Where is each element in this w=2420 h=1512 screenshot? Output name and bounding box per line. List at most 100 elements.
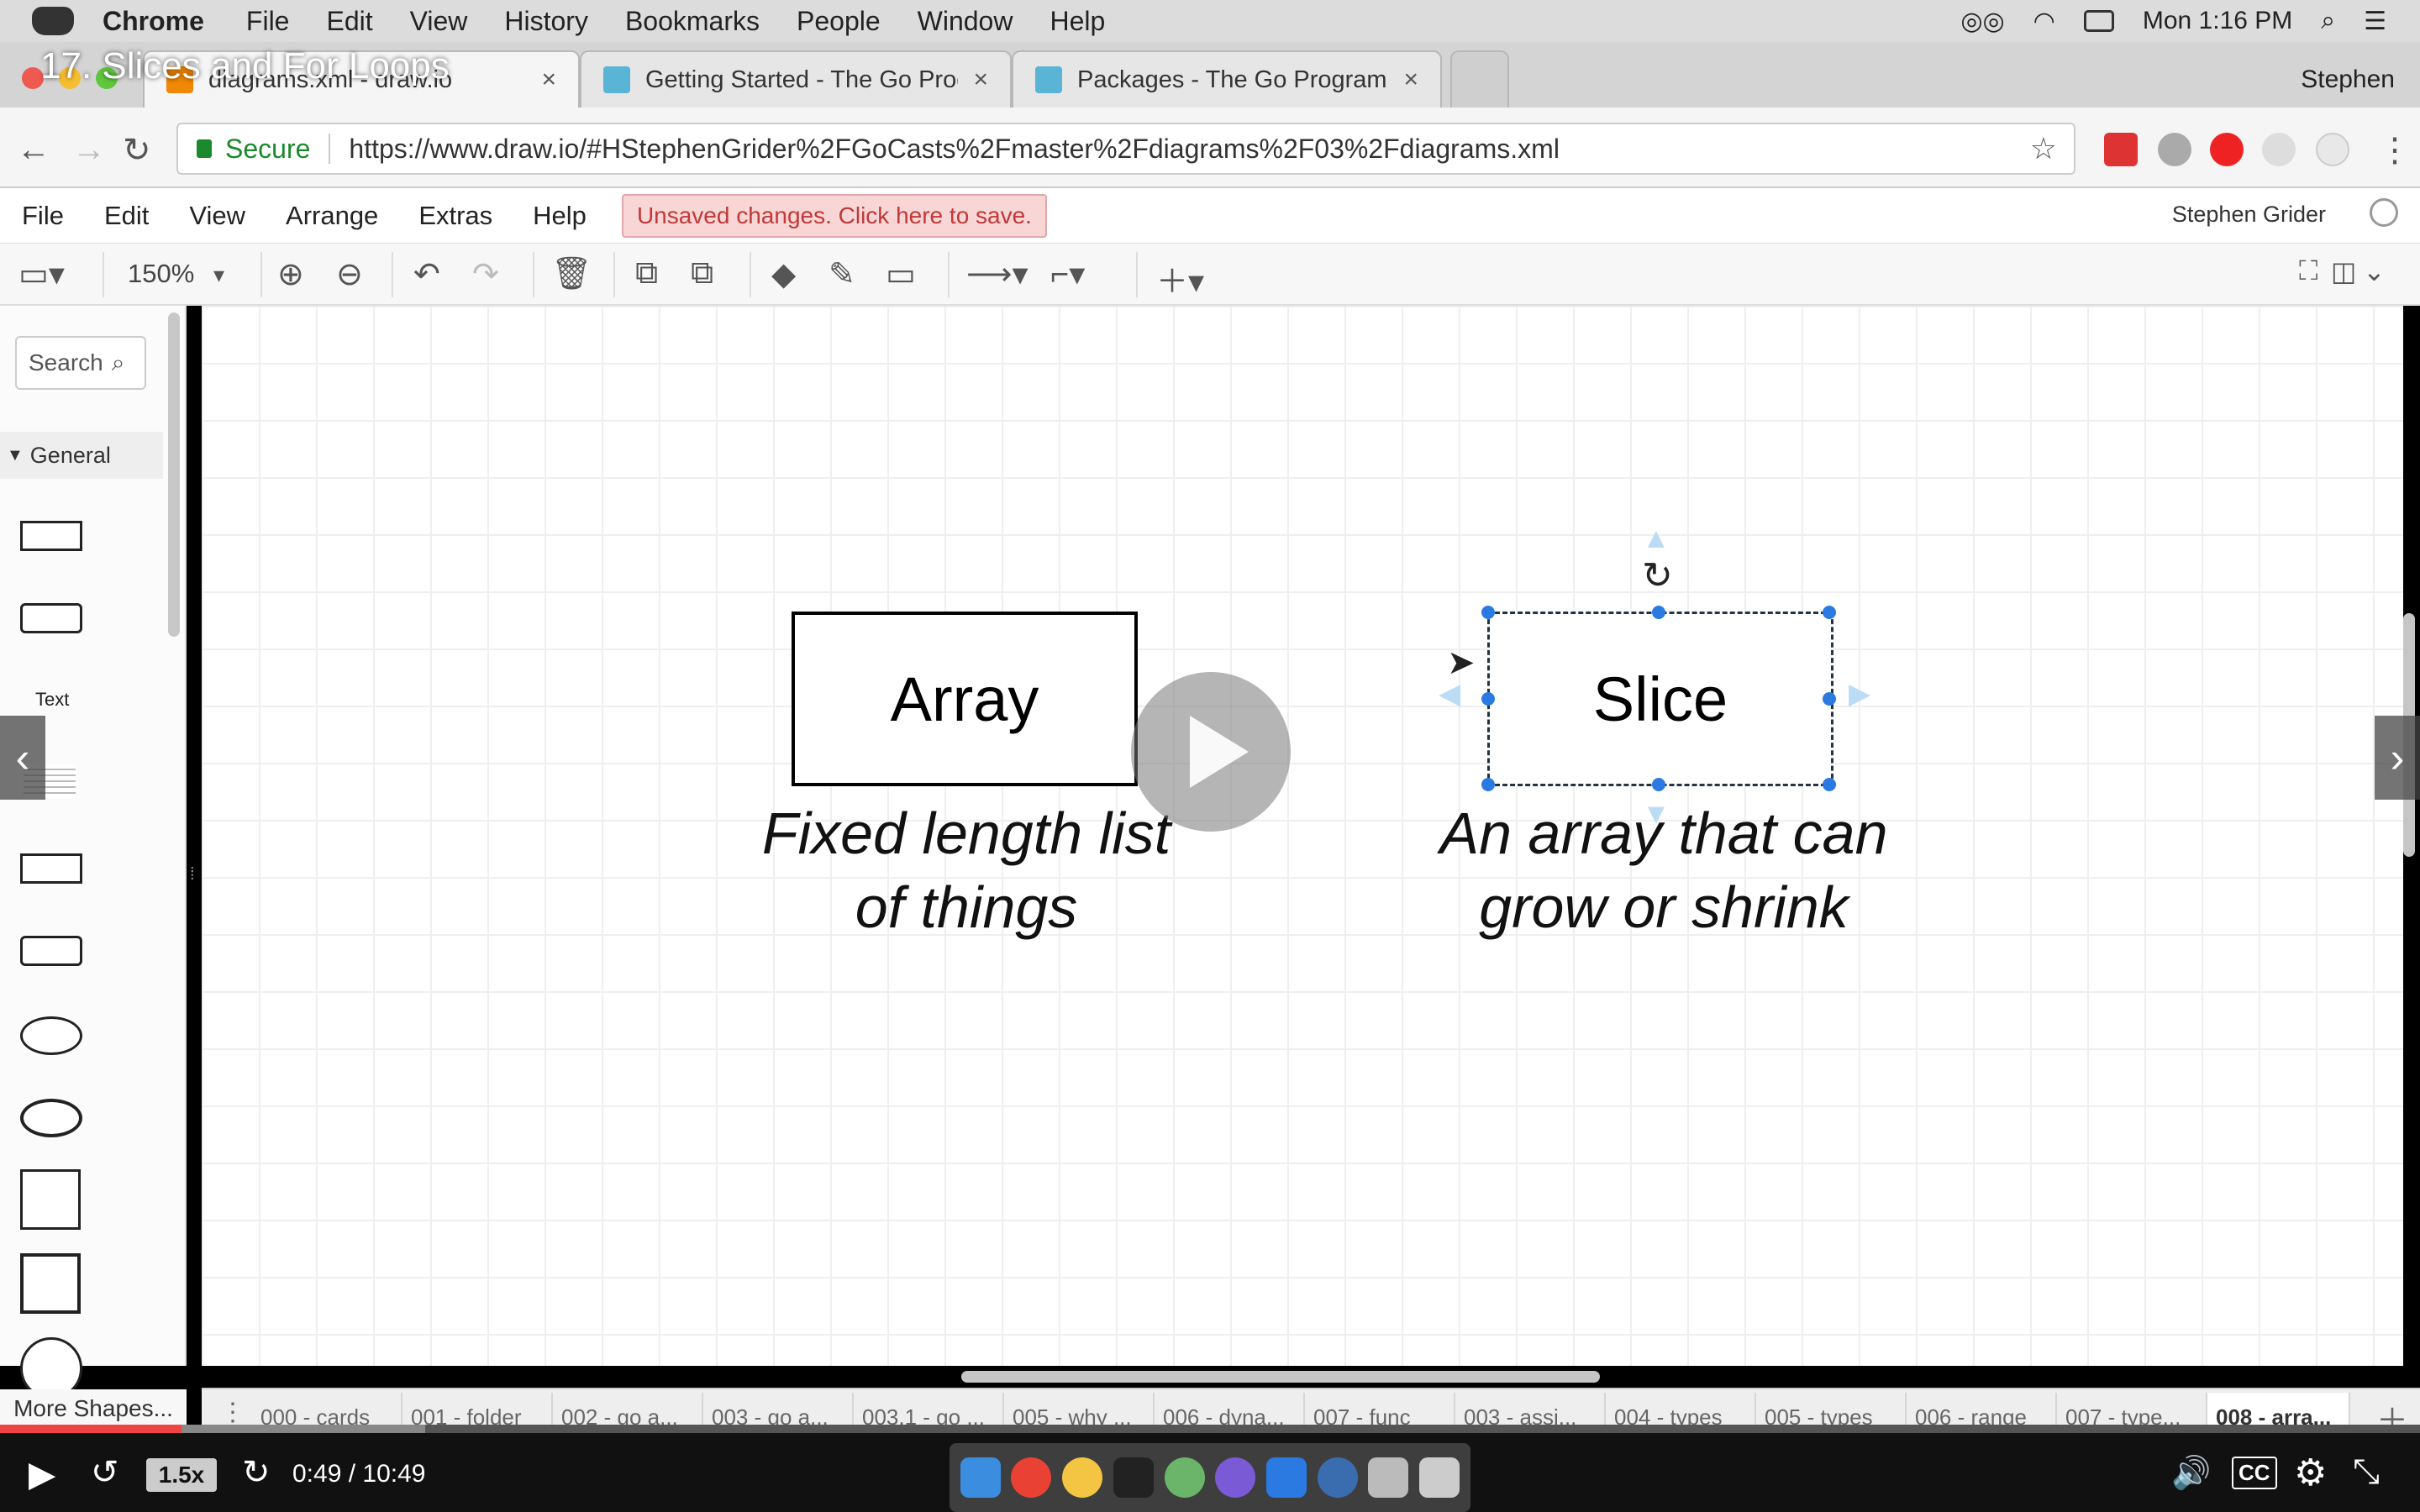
more-shapes-button[interactable]: More Shapes... bbox=[0, 1389, 187, 1428]
terminal-icon[interactable] bbox=[1113, 1457, 1154, 1498]
menu-help[interactable]: Help bbox=[533, 201, 587, 231]
trash-icon[interactable] bbox=[1419, 1457, 1460, 1498]
spotlight-icon[interactable]: ⌕ bbox=[2321, 7, 2335, 35]
clock[interactable]: Mon 1:16 PM bbox=[2143, 7, 2292, 35]
bookmark-star-icon[interactable]: ☆ bbox=[2030, 131, 2057, 166]
zoom-select[interactable]: 150% bbox=[128, 259, 194, 289]
tab-packages[interactable]: Packages - The Go Programmi × bbox=[1012, 50, 1442, 108]
canvas-horizontal-scrollbar[interactable] bbox=[961, 1371, 1600, 1383]
collapse-icon[interactable]: ⌄ bbox=[2363, 255, 2386, 287]
play-overlay-button[interactable] bbox=[1131, 672, 1291, 832]
tab-getting-started[interactable]: Getting Started - The Go Prog × bbox=[580, 50, 1012, 108]
previous-lecture-arrow-icon[interactable]: ‹ bbox=[0, 716, 45, 800]
os-menu-bookmarks[interactable]: Bookmarks bbox=[625, 6, 760, 37]
pages-menu-icon[interactable]: ⋮ bbox=[220, 1398, 245, 1427]
forward-icon[interactable]: ↻ bbox=[242, 1453, 271, 1492]
resize-handle[interactable] bbox=[1652, 606, 1665, 619]
text-shape[interactable]: Text bbox=[35, 689, 69, 711]
lastpass-icon[interactable] bbox=[2104, 133, 2138, 166]
zoom-in-icon[interactable]: ⊕ bbox=[277, 255, 304, 293]
app-menu[interactable]: Chrome bbox=[103, 6, 204, 37]
os-menu-people[interactable]: People bbox=[797, 6, 881, 37]
back-icon[interactable]: ← bbox=[17, 131, 50, 169]
format-toggle-icon[interactable]: ◫ bbox=[2331, 255, 2356, 287]
apple-icon[interactable] bbox=[32, 7, 74, 35]
user-menu[interactable]: Stephen Grider bbox=[2172, 202, 2326, 228]
settings-gear-icon[interactable]: ⚙ bbox=[2294, 1452, 2327, 1494]
pinterest-icon[interactable] bbox=[2316, 133, 2349, 166]
menu-extras[interactable]: Extras bbox=[418, 201, 492, 231]
rotate-handle-icon[interactable]: ↻ bbox=[1642, 554, 1673, 597]
connect-arrow-down-icon[interactable]: ▼ bbox=[1642, 798, 1670, 831]
vscode-icon[interactable] bbox=[1266, 1457, 1307, 1498]
connect-arrow-right-icon[interactable]: ▶ bbox=[1849, 677, 1870, 711]
volume-icon[interactable]: 🔊 bbox=[2171, 1455, 2211, 1492]
undo-icon[interactable]: ↶ bbox=[413, 255, 440, 293]
to-back-icon[interactable]: ⧉ bbox=[691, 255, 713, 291]
os-menu-help[interactable]: Help bbox=[1050, 6, 1105, 37]
ellipse-shape[interactable] bbox=[20, 853, 82, 884]
ellipse-shape[interactable] bbox=[20, 1099, 82, 1137]
extension-icon[interactable] bbox=[2262, 133, 2296, 166]
resize-handle[interactable] bbox=[1823, 778, 1836, 791]
zoom-out-icon[interactable]: ⊖ bbox=[336, 255, 363, 293]
resize-handle[interactable] bbox=[1481, 778, 1495, 791]
resize-handle[interactable] bbox=[1823, 692, 1836, 706]
shape-search-input[interactable]: Search ⌕ bbox=[15, 336, 146, 390]
emoji-app-icon[interactable] bbox=[1062, 1457, 1103, 1498]
sidebar-scrollbar[interactable] bbox=[168, 312, 180, 637]
menu-file[interactable]: File bbox=[22, 201, 64, 231]
rounded-rectangle-shape[interactable] bbox=[20, 936, 82, 966]
battery-icon[interactable] bbox=[2083, 10, 2114, 32]
connect-arrow-left-icon[interactable]: ◀ bbox=[1439, 677, 1460, 711]
opera-icon[interactable] bbox=[2210, 133, 2244, 166]
rectangle-shape[interactable] bbox=[20, 521, 82, 551]
connect-arrow-up-icon[interactable]: ▲ bbox=[1642, 522, 1670, 555]
resize-handle[interactable] bbox=[1652, 778, 1665, 791]
os-menu-history[interactable]: History bbox=[504, 6, 588, 37]
insert-plus-icon[interactable]: ＋▾ bbox=[1156, 255, 1204, 302]
tab-close-icon[interactable]: × bbox=[541, 66, 556, 94]
square-shape[interactable] bbox=[20, 1253, 81, 1314]
array-shape[interactable]: Array bbox=[792, 612, 1138, 786]
sidebar-resize-handle[interactable]: ⁞ bbox=[190, 865, 195, 885]
menu-arrange[interactable]: Arrange bbox=[286, 201, 378, 231]
reload-icon[interactable]: ↻ bbox=[123, 131, 151, 170]
connection-icon[interactable]: ⟶▾ bbox=[966, 255, 1028, 293]
ellipse-shape[interactable] bbox=[20, 1016, 82, 1055]
menu-edit[interactable]: Edit bbox=[104, 201, 149, 231]
to-front-icon[interactable]: ⧉ bbox=[635, 255, 658, 291]
tab-close-icon[interactable]: × bbox=[973, 66, 988, 94]
app-icon[interactable] bbox=[1164, 1457, 1205, 1498]
captions-icon[interactable]: CC bbox=[2232, 1457, 2277, 1489]
rewind-icon[interactable]: ↺ bbox=[91, 1453, 119, 1492]
address-bar[interactable]: Secure https://www.draw.io/#HStephenGrid… bbox=[176, 123, 2075, 175]
os-menu-file[interactable]: File bbox=[246, 6, 290, 37]
next-lecture-arrow-icon[interactable]: › bbox=[2375, 716, 2420, 800]
profile-name[interactable]: Stephen bbox=[2301, 66, 2395, 94]
glasses-icon[interactable]: ◎◎ bbox=[1960, 7, 2004, 36]
delete-icon[interactable]: 🗑 bbox=[551, 255, 592, 292]
folder-icon[interactable] bbox=[1368, 1457, 1409, 1498]
square-shape[interactable] bbox=[20, 1169, 81, 1230]
os-menu-view[interactable]: View bbox=[410, 6, 468, 37]
resize-handle[interactable] bbox=[1481, 692, 1495, 706]
general-section-header[interactable]: ▼ General bbox=[0, 432, 163, 479]
chrome-menu-icon[interactable]: ⋮ bbox=[2378, 131, 2412, 170]
play-icon[interactable]: ▶ bbox=[29, 1453, 55, 1494]
line-color-icon[interactable]: ✎ bbox=[829, 255, 855, 293]
os-menu-edit[interactable]: Edit bbox=[326, 6, 372, 37]
chrome-icon[interactable] bbox=[1011, 1457, 1052, 1498]
finder-icon[interactable] bbox=[960, 1457, 1001, 1498]
exit-fullscreen-icon[interactable]: ⤡ bbox=[2353, 1453, 2380, 1491]
waypoints-icon[interactable]: ⌐▾ bbox=[1050, 255, 1085, 293]
tab-close-icon[interactable]: × bbox=[1403, 66, 1418, 94]
redo-icon[interactable]: ↷ bbox=[472, 255, 499, 293]
url-text[interactable]: https://www.draw.io/#HStephenGrider%2FGo… bbox=[349, 134, 1560, 165]
quicktime-icon[interactable] bbox=[1317, 1457, 1358, 1498]
wifi-icon[interactable]: ◠ bbox=[2033, 7, 2055, 36]
new-tab-button[interactable] bbox=[1450, 50, 1509, 108]
chevron-down-icon[interactable]: ▾ bbox=[213, 262, 224, 288]
playback-speed-button[interactable]: 1.5x bbox=[146, 1458, 217, 1492]
notification-center-icon[interactable]: ☰ bbox=[2364, 7, 2386, 36]
